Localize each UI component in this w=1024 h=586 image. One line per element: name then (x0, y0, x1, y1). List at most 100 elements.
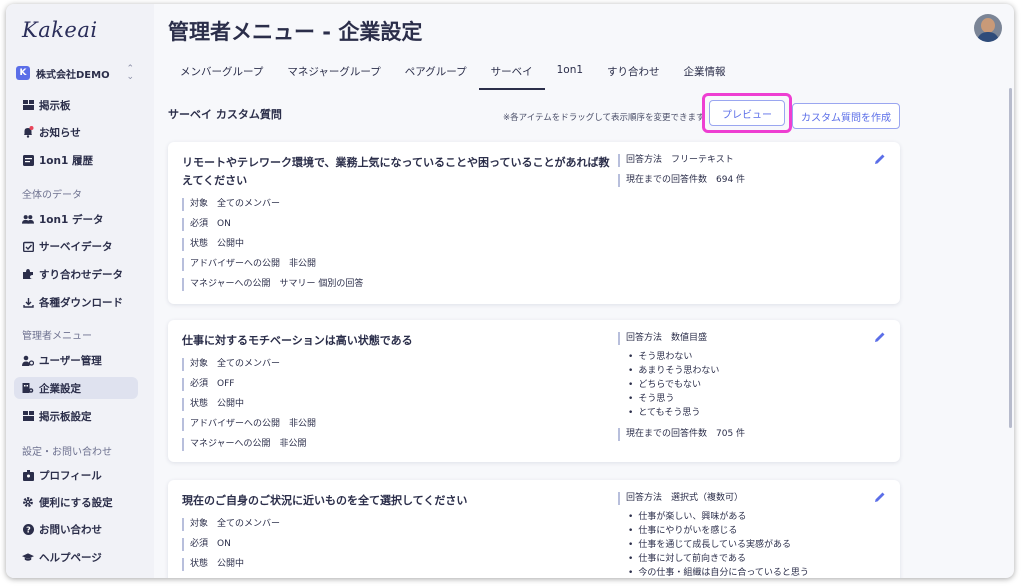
sidebar-item-label: お知らせ (39, 126, 81, 139)
board-icon (22, 99, 34, 111)
question-meta: 必須 OFF (182, 378, 234, 391)
users-icon (22, 213, 34, 225)
puzzle-icon (22, 268, 34, 280)
tab-1on1[interactable]: 1on1 (545, 60, 595, 90)
question-meta: 対象 全てのメンバー (182, 518, 280, 531)
question-card[interactable]: リモートやテレワーク環境で、業務上気になっていることや困っていることがあれば教え… (168, 142, 900, 304)
sidebar-item-survey-data[interactable]: サーベイデータ (14, 235, 138, 257)
gear-icon (22, 496, 34, 508)
preview-button[interactable]: プレビュー (709, 100, 785, 126)
sidebar-item-alignment-data[interactable]: すり合わせデータ (14, 263, 138, 285)
question-title: リモートやテレワーク環境で、業務上気になっていることや困っていることがあれば教え… (182, 156, 610, 187)
sidebar-item-help[interactable]: ヘルプページ (14, 546, 138, 568)
sidebar-item-board[interactable]: 掲示板 (14, 94, 138, 116)
question-meta: 状態 公開中 (182, 238, 244, 251)
question-meta: マネジャーへの公開 非公開 (182, 438, 307, 451)
question-meta: 状態 公開中 (182, 558, 244, 571)
tab-pair-group[interactable]: ペアグループ (393, 60, 479, 90)
main-content: 管理者メニュー - 企業設定 メンバーグループ マネジャーグループ ペアグループ… (154, 4, 1014, 578)
settings-tabs: メンバーグループ マネジャーグループ ペアグループ サーベイ 1on1 すり合わ… (168, 60, 738, 90)
company-badge-icon: K (16, 66, 30, 80)
sidebar-item-notice[interactable]: お知らせ (14, 121, 138, 143)
tab-survey[interactable]: サーベイ (478, 60, 545, 90)
edit-pencil-icon[interactable] (874, 488, 888, 502)
answer-method: 回答方法 フリーテキスト (618, 154, 734, 167)
bell-icon (22, 126, 34, 138)
answer-method: 回答方法 数値目盛 (618, 332, 707, 345)
question-meta: 状態 公開中 (182, 398, 244, 411)
history-icon (22, 154, 34, 166)
tab-alignment[interactable]: すり合わせ (595, 60, 672, 90)
sidebar-item-label: ヘルプページ (39, 551, 102, 564)
question-card[interactable]: 仕事に対するモチベーションは高い状態である 対象 全てのメンバー 必須 OFF … (168, 320, 900, 462)
question-title: 現在のご自身のご状況に近いものを全て選択してください (182, 494, 468, 507)
section-label-settings: 設定・お問い合わせ (22, 447, 112, 458)
sidebar-item-label: 企業設定 (39, 382, 81, 395)
sidebar-item-downloads[interactable]: 各種ダウンロード (14, 291, 138, 313)
scrollbar[interactable] (1009, 88, 1012, 428)
section-label-admin: 管理者メニュー (22, 331, 92, 342)
sidebar-item-label: お問い合わせ (39, 523, 102, 536)
profile-icon (22, 469, 34, 481)
sidebar-item-label: ユーザー管理 (39, 354, 102, 367)
company-gear-icon (22, 382, 34, 394)
user-avatar[interactable] (974, 14, 1002, 42)
sidebar-item-board-settings[interactable]: 掲示板設定 (14, 405, 138, 427)
sidebar-item-1on1-history[interactable]: 1on1 履歴 (14, 149, 138, 171)
tab-manager-group[interactable]: マネジャーグループ (275, 60, 392, 90)
sidebar-item-label: サーベイデータ (39, 240, 113, 253)
sidebar-item-company-settings[interactable]: 企業設定 (14, 377, 138, 399)
create-custom-question-button[interactable]: カスタム質問を作成 (792, 103, 900, 129)
chevron-updown-icon: ⌃ ⌄ (126, 64, 134, 82)
answer-option: 仕事にやりがいを感じる (628, 525, 737, 537)
company-switcher[interactable]: K 株式会社DEMO ⌃ ⌄ (16, 62, 138, 84)
answer-option: 仕事を通じて成長している実感がある (628, 539, 791, 551)
sidebar-item-label: 1on1 データ (39, 213, 104, 226)
app-window: Kakeai K 株式会社DEMO ⌃ ⌄ 掲示板 お知らせ 1on1 履歴 全体… (6, 4, 1014, 578)
sidebar-item-contact[interactable]: ? お問い合わせ (14, 518, 138, 540)
graduation-icon (22, 551, 34, 563)
question-meta: アドバイザーへの公開 非公開 (182, 258, 316, 271)
question-icon: ? (22, 523, 34, 535)
answer-option: あまりそう思わない (628, 365, 719, 377)
company-name: 株式会社DEMO (36, 69, 110, 81)
question-card[interactable]: 現在のご自身のご状況に近いものを全て選択してください 対象 全てのメンバー 必須… (168, 480, 900, 578)
sidebar-item-preferences[interactable]: 便利にする設定 (14, 491, 138, 513)
drag-note: ※各アイテムをドラッグして表示順序を変更できます (503, 113, 705, 123)
question-meta: 必須 ON (182, 538, 231, 551)
user-gear-icon (22, 354, 34, 366)
board-icon (22, 410, 34, 422)
question-meta: 対象 全てのメンバー (182, 358, 280, 371)
sidebar-item-label: すり合わせデータ (39, 268, 123, 281)
sidebar-item-label: プロフィール (39, 469, 102, 482)
answer-option: とてもそう思う (628, 407, 700, 419)
sidebar-item-label: 各種ダウンロード (39, 296, 123, 309)
download-icon (22, 296, 34, 308)
sidebar-item-label: 便利にする設定 (39, 496, 113, 509)
section-label-data: 全体のデータ (22, 190, 82, 201)
kakeai-logo[interactable]: Kakeai (22, 18, 98, 42)
edit-pencil-icon[interactable] (874, 150, 888, 164)
survey-section-title: サーベイ カスタム質問 (168, 108, 282, 121)
survey-icon (22, 240, 34, 252)
answer-option: 今の仕事・組織は自分に合っていると思う (628, 567, 809, 578)
page-title: 管理者メニュー - 企業設定 (168, 20, 423, 44)
answer-option: そう思わない (628, 351, 692, 363)
sidebar-item-1on1-data[interactable]: 1on1 データ (14, 208, 138, 230)
sidebar-item-profile[interactable]: プロフィール (14, 464, 138, 486)
question-title: 仕事に対するモチベーションは高い状態である (182, 334, 413, 347)
sidebar-item-user-management[interactable]: ユーザー管理 (14, 349, 138, 371)
answer-option: 仕事に対して前向きである (628, 553, 746, 565)
answer-method: 回答方法 選択式（複数可） (618, 492, 743, 505)
answer-count: 現在までの回答件数 694 件 (618, 174, 745, 187)
question-meta: マネジャーへの公開 サマリー 個別の回答 (182, 278, 363, 291)
svg-text:?: ? (26, 525, 31, 534)
edit-pencil-icon[interactable] (874, 328, 888, 342)
answer-count: 現在までの回答件数 705 件 (618, 428, 745, 441)
sidebar-item-label: 掲示板設定 (39, 410, 92, 423)
tab-company-info[interactable]: 企業情報 (672, 60, 738, 90)
sidebar-item-label: 1on1 履歴 (39, 154, 93, 167)
tab-member-group[interactable]: メンバーグループ (168, 60, 275, 90)
sidebar-item-label: 掲示板 (39, 99, 71, 112)
question-meta: 必須 ON (182, 218, 231, 231)
